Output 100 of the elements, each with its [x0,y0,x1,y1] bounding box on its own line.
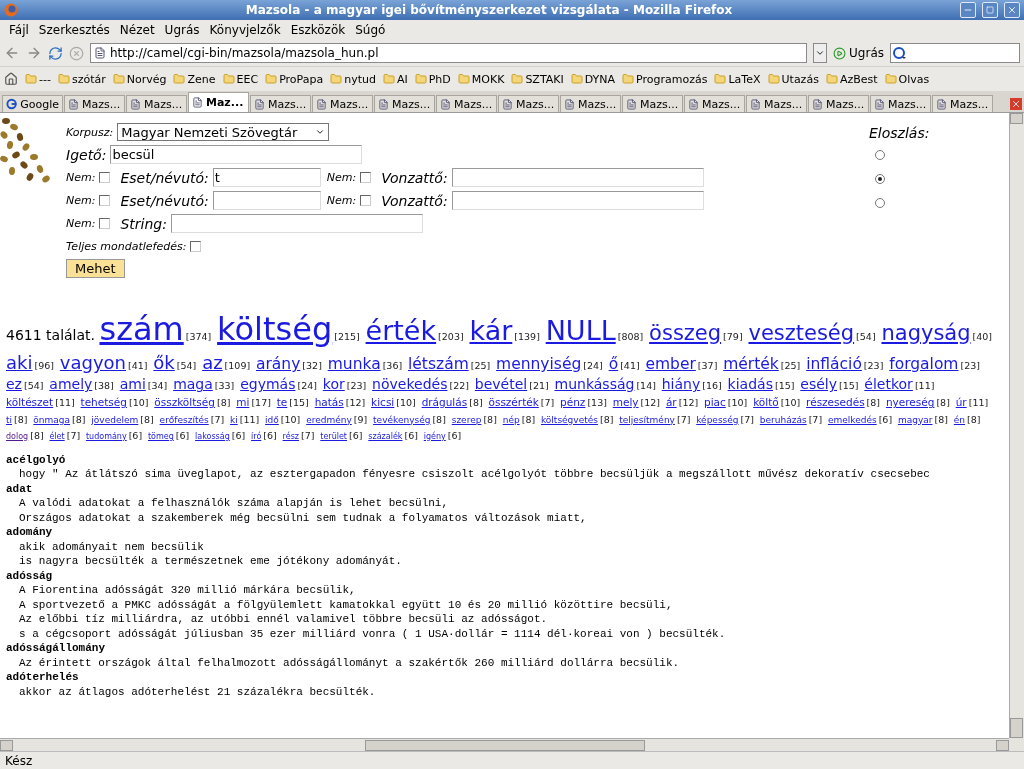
word-link[interactable]: magyar [897,414,933,425]
negate-checkbox[interactable] [360,172,372,183]
maximize-button[interactable] [982,2,998,18]
word-link[interactable]: ti [6,414,13,425]
word-link[interactable]: igény [423,431,446,441]
negate-checkbox[interactable] [360,195,372,206]
word-link[interactable]: képesség [696,414,739,425]
word-link[interactable]: növekedés [372,376,448,393]
verb-field[interactable]: becsül [110,145,363,164]
word-link[interactable]: emelkedés [827,414,877,425]
word-link[interactable]: önmaga [33,414,71,425]
word-link[interactable]: érték [365,315,437,346]
argument-field[interactable] [451,168,704,187]
dropdown-button[interactable] [813,43,828,63]
browser-tab[interactable]: Mazs... [622,95,683,112]
word-link[interactable]: veszteség [748,321,855,345]
forward-icon[interactable] [26,45,42,61]
word-link[interactable]: forgalom [889,355,959,374]
browser-tab[interactable]: Mazs... [746,95,807,112]
word-link[interactable]: eredmény [306,414,352,425]
word-link[interactable]: életkor [864,376,913,393]
word-link[interactable]: nép [502,414,520,425]
word-link[interactable]: tevékenység [373,414,431,425]
browser-tab[interactable]: Mazs... [312,95,373,112]
word-link[interactable]: NULL [545,315,616,346]
word-link[interactable]: erőfeszítés [159,414,209,425]
menu-item[interactable]: Nézet [114,23,160,37]
bookmark-folder[interactable]: LaTeX [714,72,761,86]
bookmark-folder[interactable]: --- [25,72,51,86]
bookmark-folder[interactable]: SZTAKI [511,72,564,86]
bookmark-folder[interactable]: Utazás [767,72,819,86]
go-button[interactable]: Ugrás [833,46,884,60]
word-link[interactable]: bevétel [474,376,528,393]
negate-checkbox[interactable] [99,218,111,229]
full-sentence-checkbox[interactable] [190,241,202,252]
word-link[interactable]: ami [119,376,146,393]
word-link[interactable]: kor [322,376,345,393]
bookmark-folder[interactable]: AI [382,72,408,86]
word-link[interactable]: arány [256,355,301,374]
word-link[interactable]: teljesítmény [619,414,675,425]
negate-checkbox[interactable] [99,195,111,206]
bookmark-folder[interactable]: nytud [330,72,376,86]
word-link[interactable]: infláció [806,355,862,374]
word-link[interactable]: költészet [6,396,54,409]
bookmark-folder[interactable]: Programozás [622,72,708,86]
word-link[interactable]: kár [469,315,513,346]
bookmark-folder[interactable]: Norvég [112,72,167,86]
stop-icon[interactable] [69,45,84,61]
bookmark-folder[interactable]: szótár [57,72,106,86]
word-link[interactable]: költő [753,396,779,409]
word-link[interactable]: mennyiség [496,355,582,374]
word-link[interactable]: esély [800,376,837,393]
scroll-thumb[interactable] [1010,718,1023,738]
word-link[interactable]: úr [955,396,967,409]
word-link[interactable]: beruházás [759,414,807,425]
browser-tab[interactable]: Mazs... [126,95,187,112]
word-link[interactable]: százalék [368,431,403,441]
word-link[interactable]: kiadás [727,376,773,393]
word-link[interactable]: mi [236,396,250,409]
menu-item[interactable]: Fájl [4,23,34,37]
word-link[interactable]: részesedés [806,396,865,409]
word-link[interactable]: terület [320,431,347,441]
word-link[interactable]: piac [704,396,726,409]
bookmark-folder[interactable]: DYNA [570,72,616,86]
word-link[interactable]: kicsi [371,396,395,409]
close-button[interactable] [1004,2,1020,18]
word-link[interactable]: hiány [661,376,701,393]
word-link[interactable]: drágulás [421,396,468,409]
menu-item[interactable]: Eszközök [285,23,351,37]
word-link[interactable]: én [953,414,966,425]
browser-tab[interactable]: Mazs... [870,95,931,112]
string-field[interactable] [170,214,423,233]
argument-field[interactable] [451,191,704,210]
case-field[interactable]: t [212,168,321,187]
bookmark-folder[interactable]: AzBest [825,72,878,86]
bookmark-folder[interactable]: Olvas [884,72,930,86]
bookmark-folder[interactable]: EEC [222,72,259,86]
word-link[interactable]: egymás [240,376,296,393]
word-link[interactable]: rész [282,431,299,441]
browser-tab[interactable]: Maz... [188,92,249,112]
bookmark-folder[interactable]: Zene [173,72,216,86]
minimize-button[interactable] [960,2,976,18]
word-link[interactable]: aki [6,352,33,374]
word-link[interactable]: ár [665,396,677,409]
browser-tab[interactable]: Mazs... [250,95,311,112]
word-link[interactable]: ki [230,414,238,425]
word-link[interactable]: tömeg [147,431,174,441]
word-link[interactable]: pénz [560,396,586,409]
word-link[interactable]: munkásság [554,376,635,393]
word-link[interactable]: ők [153,352,175,374]
word-link[interactable]: az [202,352,223,374]
bookmark-folder[interactable]: MOKK [457,72,505,86]
word-link[interactable]: író [251,431,262,441]
browser-tab[interactable]: Mazs... [374,95,435,112]
browser-tab[interactable]: Mazs... [560,95,621,112]
word-link[interactable]: nyereség [885,396,935,409]
word-link[interactable]: munka [327,355,381,374]
word-link[interactable]: tudomány [85,431,127,441]
browser-tab[interactable]: Mazs... [808,95,869,112]
word-link[interactable]: költség [217,310,333,348]
